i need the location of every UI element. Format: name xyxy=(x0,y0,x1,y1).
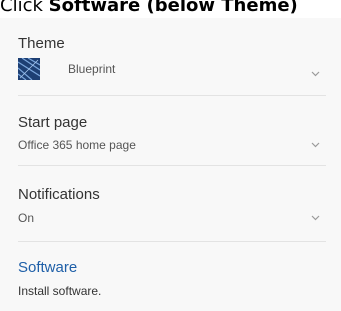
theme-setting[interactable]: Theme Blueprint xyxy=(18,18,326,96)
caption-suffix: (below Theme) xyxy=(140,0,298,16)
caption-bold: Software xyxy=(48,0,141,16)
software-setting[interactable]: Software Install software. xyxy=(18,241,326,311)
notifications-label: Notifications xyxy=(18,186,100,203)
theme-label: Theme xyxy=(18,35,65,52)
software-description: Install software. xyxy=(18,284,102,298)
start-page-label: Start page xyxy=(18,114,88,131)
caption-prefix: Click xyxy=(0,0,49,16)
notifications-value: On xyxy=(18,211,35,225)
instruction-caption: Click Software (below Theme) xyxy=(0,0,341,18)
chevron-down-icon[interactable] xyxy=(311,69,320,78)
chevron-down-icon[interactable] xyxy=(311,213,320,222)
software-link[interactable]: Software xyxy=(18,259,77,276)
theme-value: Blueprint xyxy=(68,62,116,76)
chevron-down-icon[interactable] xyxy=(311,140,320,149)
start-page-value: Office 365 home page xyxy=(18,138,136,152)
start-page-setting[interactable]: Start page Office 365 home page xyxy=(18,95,326,166)
notifications-setting[interactable]: Notifications On xyxy=(18,165,326,242)
settings-panel: Theme Blueprint Start page Office 365 ho… xyxy=(0,18,341,311)
blueprint-theme-thumbnail xyxy=(18,58,40,80)
